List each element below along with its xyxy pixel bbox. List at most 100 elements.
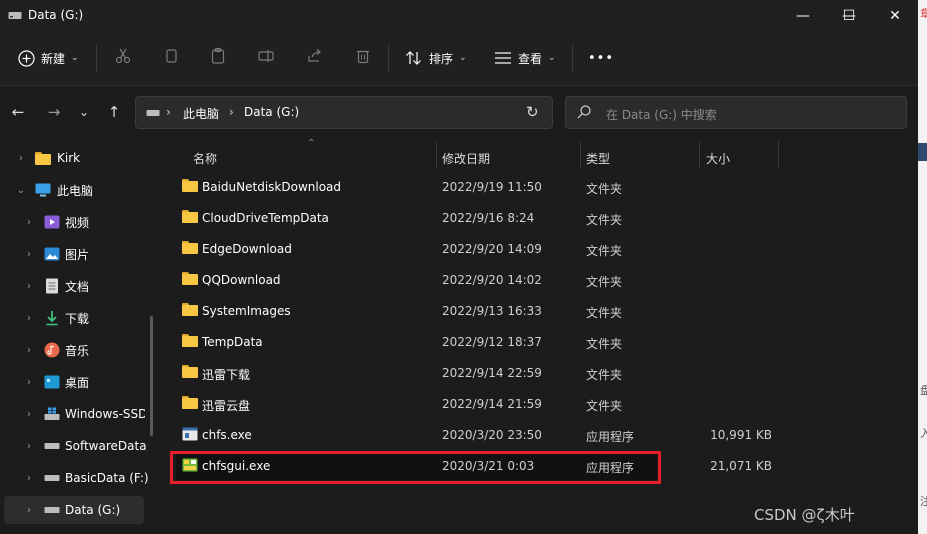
more-icon: ••• — [588, 50, 615, 66]
rename-button[interactable] — [256, 46, 276, 66]
search-icon — [577, 105, 591, 119]
file-row[interactable]: BaiduNetdiskDownload 2022/9/19 11:50 文件夹 — [176, 173, 660, 201]
folder-icon — [182, 396, 200, 412]
sidebar-item-label: 音乐 — [65, 343, 90, 358]
background-window-edge: 章 盘 入 注 — [918, 0, 927, 534]
minimize-button-alt[interactable]: — — [780, 0, 826, 32]
plus-circle-icon — [18, 49, 35, 67]
paste-button[interactable] — [208, 46, 228, 66]
address-bar[interactable]: › 此电脑 › Data (G:) ↻ — [135, 96, 553, 129]
file-type: 文件夹 — [586, 368, 623, 382]
file-date: 2022/9/13 16:33 — [442, 304, 542, 318]
file-type: 文件夹 — [586, 306, 623, 320]
maximize-button[interactable]: ☐ — [826, 0, 872, 32]
cut-button[interactable] — [113, 46, 133, 66]
column-divider[interactable] — [778, 141, 779, 169]
up-button[interactable]: ↑ — [104, 102, 124, 122]
file-date: 2020/3/20 23:50 — [442, 428, 542, 442]
file-row[interactable]: TempData 2022/9/12 18:37 文件夹 — [176, 328, 660, 356]
copy-button[interactable] — [161, 46, 181, 66]
chevron-down-icon[interactable]: ⌄ — [14, 185, 28, 196]
close-button[interactable]: ✕ — [872, 0, 918, 32]
sidebar-item-data-drive[interactable]: › Data (G:) — [4, 496, 144, 524]
file-row[interactable]: 迅雷下载 2022/9/14 22:59 文件夹 — [176, 359, 660, 387]
breadcrumb-data-drive[interactable]: Data (G:) — [244, 105, 299, 119]
copy-icon — [166, 49, 177, 63]
sidebar-item-label: 视频 — [65, 215, 90, 230]
chevron-right-icon[interactable]: › — [22, 281, 36, 292]
recent-locations-button[interactable]: ⌄ — [74, 102, 94, 122]
sidebar-item-softwaredata[interactable]: › SoftwareData — [0, 432, 152, 460]
new-button[interactable]: 新建 ⌄ — [18, 44, 79, 72]
sidebar-scrollbar[interactable] — [150, 316, 153, 436]
drive-icon — [43, 470, 61, 486]
sidebar-item-videos[interactable]: › 视频 — [0, 208, 152, 236]
sidebar-item-windows-ssd[interactable]: › Windows-SSD — [0, 400, 152, 428]
window-title: Data (G:) — [28, 8, 84, 22]
chevron-right-icon[interactable]: › — [22, 377, 36, 388]
file-date: 2022/9/19 11:50 — [442, 180, 542, 194]
navigation-pane: › Kirk ⌄ 此电脑 › 视频 › 图片 › 文档 › 下载 › 音乐 › … — [0, 138, 162, 534]
sidebar-item-basicdata[interactable]: › BasicData (F:) — [0, 464, 152, 492]
title-bar[interactable]: Data (G:) — — ☐ ✕ — [0, 0, 918, 32]
column-divider[interactable] — [436, 141, 437, 169]
file-date: 2022/9/20 14:02 — [442, 273, 542, 287]
chevron-right-icon[interactable]: › — [22, 345, 36, 356]
sidebar-item-desktop[interactable]: › 桌面 — [0, 368, 152, 396]
file-row[interactable]: 迅雷云盘 2022/9/14 21:59 文件夹 — [176, 390, 660, 418]
folder-icon — [182, 334, 200, 350]
column-header-size[interactable]: 大小 — [706, 144, 730, 172]
sidebar-item-downloads[interactable]: › 下载 — [0, 304, 152, 332]
column-header-type[interactable]: 类型 — [586, 144, 610, 172]
file-type: 文件夹 — [586, 399, 623, 413]
sidebar-item-this-pc[interactable]: ⌄ 此电脑 — [0, 176, 152, 204]
sidebar-item-kirk[interactable]: › Kirk — [0, 144, 152, 172]
chevron-right-icon[interactable]: › — [22, 505, 36, 516]
column-header-date[interactable]: 修改日期 — [442, 144, 490, 172]
more-options-button[interactable]: ••• — [588, 44, 614, 72]
view-button[interactable]: 查看 ⌄ — [494, 44, 556, 72]
column-header-name[interactable]: 名称 — [193, 144, 217, 172]
file-row[interactable]: chfs.exe 2020/3/20 23:50 应用程序 10,991 KB — [176, 421, 772, 449]
folder-icon — [34, 150, 52, 166]
sort-button[interactable]: 排序 ⌄ — [405, 44, 467, 72]
file-row[interactable]: EdgeDownload 2022/9/20 14:09 文件夹 — [176, 235, 660, 263]
refresh-icon[interactable]: ↻ — [526, 103, 539, 121]
chevron-right-icon[interactable]: › — [14, 153, 28, 164]
file-row[interactable]: SystemImages 2022/9/13 16:33 文件夹 — [176, 297, 660, 325]
column-divider[interactable] — [699, 141, 700, 169]
share-button[interactable] — [305, 46, 325, 66]
column-label: 类型 — [586, 151, 611, 166]
file-name: BaiduNetdiskDownload — [202, 180, 342, 194]
file-date: 2022/9/20 14:09 — [442, 242, 542, 256]
chevron-right-icon[interactable]: › — [22, 217, 36, 228]
background-bar — [918, 143, 927, 161]
navigation-bar: ← → ⌄ ↑ › 此电脑 › Data (G:) ↻ 在 Data (G:) … — [0, 86, 918, 138]
file-row[interactable]: CloudDriveTempData 2022/9/16 8:24 文件夹 — [176, 204, 660, 232]
chevron-right-icon[interactable]: › — [22, 473, 36, 484]
maximize-icon: ☐ — [842, 8, 856, 24]
search-box[interactable]: 在 Data (G:) 中搜索 — [565, 96, 907, 129]
file-type: 文件夹 — [586, 275, 623, 289]
toolbar-divider — [388, 44, 389, 72]
sidebar-item-pictures[interactable]: › 图片 — [0, 240, 152, 268]
breadcrumb-this-pc[interactable]: 此电脑 — [183, 105, 219, 122]
file-type: 文件夹 — [586, 244, 623, 258]
background-glyph: 章 — [920, 8, 927, 19]
forward-button[interactable]: → — [44, 102, 64, 122]
file-row[interactable]: QQDownload 2022/9/20 14:02 文件夹 — [176, 266, 660, 294]
chevron-right-icon: › — [166, 105, 171, 119]
chevron-right-icon[interactable]: › — [22, 409, 36, 420]
file-name: QQDownload — [202, 273, 281, 287]
sidebar-item-documents[interactable]: › 文档 — [0, 272, 152, 300]
chevron-right-icon[interactable]: › — [22, 249, 36, 260]
folder-icon — [182, 303, 200, 319]
chevron-right-icon[interactable]: › — [22, 313, 36, 324]
sidebar-item-music[interactable]: › 音乐 — [0, 336, 152, 364]
back-button[interactable]: ← — [8, 102, 28, 122]
folder-icon — [182, 365, 200, 381]
column-divider[interactable] — [580, 141, 581, 169]
toolbar-divider — [572, 44, 573, 72]
chevron-right-icon[interactable]: › — [22, 441, 36, 452]
delete-button[interactable] — [353, 46, 373, 66]
